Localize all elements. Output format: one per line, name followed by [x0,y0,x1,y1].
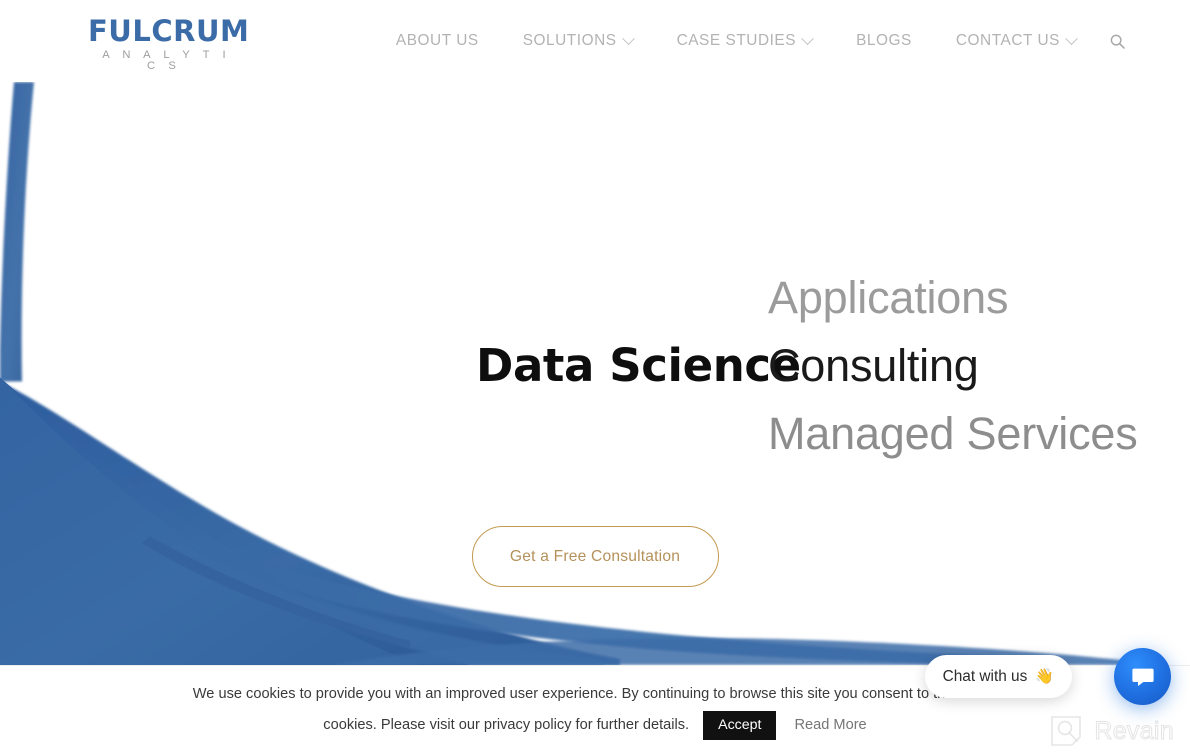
search-icon[interactable] [1100,0,1134,82]
rotating-word-applications: Applications [768,272,1009,323]
nav-label: CASE STUDIES [676,32,797,49]
waving-hand-icon: 👋 [1035,668,1054,685]
nav-label: ABOUT US [395,32,479,49]
nav-item-case-studies[interactable]: CASE STUDIES [655,0,835,82]
chat-launcher-button[interactable] [1114,648,1171,705]
hero-headline: Data Science Applications Data Science C… [476,264,1176,468]
headline-row: Data Science Applications [476,264,1176,332]
logo-tagline: A N A L Y T I C S [102,48,231,72]
headline-static-text: Data Science [476,339,801,392]
page-root: FULCRUM A N A L Y T I C S ABOUT US SOLUT… [0,0,1190,753]
chat-prompt-bubble[interactable]: Chat with us 👋 [924,655,1072,698]
accept-cookies-button[interactable]: Accept [703,710,777,741]
nav-item-about-us[interactable]: ABOUT US [374,0,501,82]
headline-row: Data Science Managed Services [476,400,1176,468]
headline-row: Data Science Consulting [476,332,1176,400]
chat-prompt-text: Chat with us [942,667,1028,685]
cookie-actions-row: cookies. Please visit our privacy policy… [0,710,1190,741]
cookie-text-line-two: cookies. Please visit our privacy policy… [323,717,690,733]
chevron-down-icon [621,31,635,45]
nav-label: SOLUTIONS [522,32,617,49]
nav-item-solutions[interactable]: SOLUTIONS [501,0,655,82]
hero-section: Data Science Applications Data Science C… [0,82,1190,666]
logo-wordmark: FULCRUM [88,14,250,48]
site-logo[interactable]: FULCRUM A N A L Y T I C S [88,14,250,72]
get-free-consultation-button[interactable]: Get a Free Consultation [471,526,719,587]
chevron-down-icon [1065,31,1078,45]
nav-label: BLOGS [856,32,912,49]
nav-label: CONTACT US [955,32,1060,49]
rotating-word-managed-services: Managed Services [768,408,1138,459]
chat-bubble-icon [1131,668,1154,686]
hero-content: Data Science Applications Data Science C… [0,82,1190,665]
hero-cta-container: Get a Free Consultation [0,526,1190,587]
site-header: FULCRUM A N A L Y T I C S ABOUT US SOLUT… [0,0,1190,82]
nav-item-contact-us[interactable]: CONTACT US [934,0,1098,82]
read-more-link[interactable]: Read More [794,710,866,741]
rotating-word-consulting: Consulting [768,340,979,391]
chevron-down-icon [801,31,814,45]
nav-item-blogs[interactable]: BLOGS [834,0,934,82]
primary-navigation: ABOUT US SOLUTIONS CASE STUDIES BLOGS CO… [374,0,1134,82]
